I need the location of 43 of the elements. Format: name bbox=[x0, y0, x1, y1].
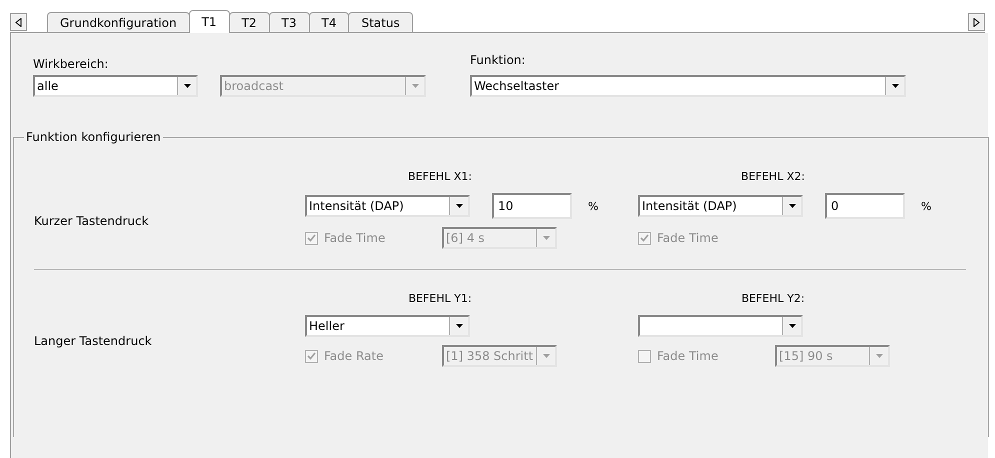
column-header: BEFEHL Y2: bbox=[740, 292, 806, 305]
caret-icon bbox=[412, 84, 418, 88]
caret-icon bbox=[788, 204, 796, 208]
caret-icon bbox=[892, 84, 898, 88]
caret-icon bbox=[788, 324, 796, 328]
tab[interactable]: Status bbox=[348, 12, 413, 32]
column-header: BEFEHL Y1: bbox=[407, 292, 473, 305]
dropdown[interactable] bbox=[638, 315, 803, 337]
tab[interactable]: T1 bbox=[188, 10, 230, 33]
right-arrow-icon bbox=[973, 18, 980, 26]
caret-icon bbox=[542, 236, 550, 240]
checkbox-label: Fade Time bbox=[657, 231, 718, 245]
field-label: Funktion: bbox=[470, 53, 526, 67]
column-header: BEFEHL X2: bbox=[740, 170, 806, 183]
value-field[interactable]: 10 bbox=[492, 193, 572, 219]
left-arrow-icon bbox=[15, 18, 22, 26]
unit-label: % bbox=[921, 200, 932, 212]
unit-label: % bbox=[588, 200, 598, 212]
row-label: Kurzer Tastendruck bbox=[34, 214, 150, 228]
tab[interactable]: Grundkonfiguration bbox=[47, 12, 190, 32]
scroll-left-button[interactable] bbox=[10, 13, 27, 31]
scroll-right-button[interactable] bbox=[968, 13, 985, 31]
tab[interactable]: T3 bbox=[268, 12, 310, 32]
caret-icon bbox=[876, 354, 882, 358]
dropdown[interactable]: Heller bbox=[305, 315, 470, 337]
group-title: Funktion konfigurieren bbox=[24, 130, 163, 144]
value-field[interactable]: 0 bbox=[825, 193, 905, 219]
tab[interactable]: T2 bbox=[228, 12, 270, 32]
caret-icon bbox=[184, 84, 190, 88]
checkbox-label: Fade Rate bbox=[324, 349, 384, 363]
caret-icon bbox=[542, 354, 550, 358]
dropdown[interactable]: Wechseltaster bbox=[470, 75, 906, 97]
caret-icon bbox=[456, 204, 462, 208]
tab[interactable]: T4 bbox=[308, 12, 350, 32]
dropdown[interactable]: Intensität (DAP) bbox=[305, 195, 470, 217]
row-label: Langer Tastendruck bbox=[34, 334, 153, 348]
checkbox-label: Fade Time bbox=[324, 231, 386, 245]
dropdown[interactable]: Intensität (DAP) bbox=[638, 195, 803, 217]
field-label: Wirkbereich: bbox=[33, 57, 110, 71]
caret-icon bbox=[456, 324, 462, 328]
dropdown[interactable]: alle bbox=[33, 75, 198, 97]
checkbox-label: Fade Time bbox=[657, 349, 718, 363]
column-header: BEFEHL X1: bbox=[407, 170, 473, 183]
